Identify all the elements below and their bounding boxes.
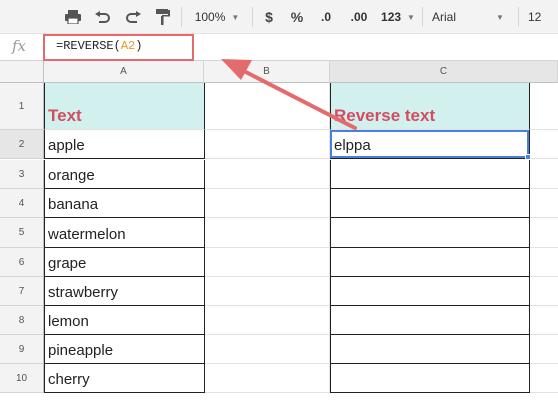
- cell-a[interactable]: cherry: [44, 364, 205, 393]
- more-formats-button[interactable]: 123 ▼: [378, 0, 418, 34]
- decrease-decimal-button[interactable]: .0: [314, 0, 338, 34]
- cell-d[interactable]: [530, 277, 558, 306]
- cell-c[interactable]: [330, 277, 530, 306]
- row-header[interactable]: 7: [0, 277, 44, 306]
- cell-b[interactable]: [205, 189, 330, 218]
- cell-c[interactable]: [330, 364, 530, 393]
- row-header[interactable]: 1: [0, 83, 44, 130]
- formula-bar: fx =REVERSE(A2): [0, 34, 558, 61]
- cell-d[interactable]: [530, 189, 558, 218]
- select-all-corner[interactable]: [0, 61, 44, 83]
- cell-b[interactable]: [205, 160, 330, 189]
- currency-button[interactable]: $: [258, 0, 280, 34]
- cell-d[interactable]: [530, 160, 558, 189]
- print-icon[interactable]: [62, 0, 84, 34]
- fill-handle[interactable]: [525, 154, 531, 160]
- cell-a[interactable]: banana: [44, 189, 205, 218]
- cell-c[interactable]: [330, 218, 530, 248]
- formula-input[interactable]: =REVERSE(A2): [56, 39, 142, 53]
- cell-c[interactable]: [330, 248, 530, 277]
- increase-decimal-button[interactable]: .00: [344, 0, 374, 34]
- row-header[interactable]: 6: [0, 248, 44, 277]
- row-header[interactable]: 2: [0, 130, 44, 159]
- redo-icon[interactable]: [122, 0, 144, 34]
- row-header[interactable]: 4: [0, 189, 44, 218]
- cell-c[interactable]: [330, 189, 530, 218]
- chevron-down-icon: ▼: [407, 12, 415, 22]
- cell-b[interactable]: [205, 248, 330, 277]
- row-header[interactable]: 5: [0, 218, 44, 248]
- formula-reference: A2: [120, 39, 136, 53]
- cell-a[interactable]: lemon: [44, 306, 205, 335]
- header-cell-a[interactable]: Text: [44, 83, 205, 130]
- zoom-select[interactable]: 100% ▼: [188, 0, 246, 34]
- font-select[interactable]: Arial ▼: [428, 0, 506, 34]
- fx-icon: fx: [12, 37, 27, 55]
- row-header[interactable]: 8: [0, 306, 44, 335]
- cell-b[interactable]: [205, 218, 330, 248]
- toolbar: 100% ▼ $ % .0 .00 123 ▼ Arial ▼ 12: [0, 0, 558, 34]
- chevron-down-icon: ▼: [496, 12, 504, 22]
- header-cell-c[interactable]: Reverse text: [330, 83, 530, 130]
- cell-a[interactable]: watermelon: [44, 218, 205, 248]
- undo-icon[interactable]: [92, 0, 114, 34]
- cell-c[interactable]: [330, 306, 530, 335]
- cell-c[interactable]: [330, 335, 530, 364]
- percent-button[interactable]: %: [286, 0, 308, 34]
- chevron-down-icon: ▼: [231, 12, 240, 22]
- cell-b[interactable]: [205, 335, 330, 364]
- cell-d[interactable]: [530, 83, 558, 130]
- column-header-a[interactable]: A: [44, 61, 204, 83]
- cell-d[interactable]: [530, 218, 558, 248]
- cell-d[interactable]: [530, 306, 558, 335]
- cell-d[interactable]: [530, 335, 558, 364]
- cell-b[interactable]: [205, 277, 330, 306]
- font-size-select[interactable]: 12: [524, 0, 558, 34]
- cell-b[interactable]: [205, 364, 330, 393]
- cell-c[interactable]: [330, 160, 530, 189]
- cell-d[interactable]: [530, 248, 558, 277]
- zoom-value: 100%: [194, 10, 226, 24]
- row-header[interactable]: 9: [0, 335, 44, 364]
- cell-d[interactable]: [530, 130, 558, 159]
- cell-a[interactable]: grape: [44, 248, 205, 277]
- cell-a[interactable]: strawberry: [44, 277, 205, 306]
- column-header-b[interactable]: B: [204, 61, 330, 83]
- cell-a[interactable]: apple: [44, 130, 205, 159]
- cell-b[interactable]: [205, 130, 330, 159]
- cell-d[interactable]: [530, 364, 558, 393]
- paint-format-icon[interactable]: [152, 0, 174, 34]
- row-header[interactable]: 10: [0, 364, 44, 393]
- cell-b[interactable]: [205, 306, 330, 335]
- cell-a[interactable]: orange: [44, 160, 205, 189]
- row-header[interactable]: 3: [0, 160, 44, 189]
- column-header-c[interactable]: C: [330, 61, 558, 83]
- cell-c[interactable]: elppa: [330, 130, 530, 159]
- cell-b[interactable]: [205, 83, 330, 130]
- cell-a[interactable]: pineapple: [44, 335, 205, 364]
